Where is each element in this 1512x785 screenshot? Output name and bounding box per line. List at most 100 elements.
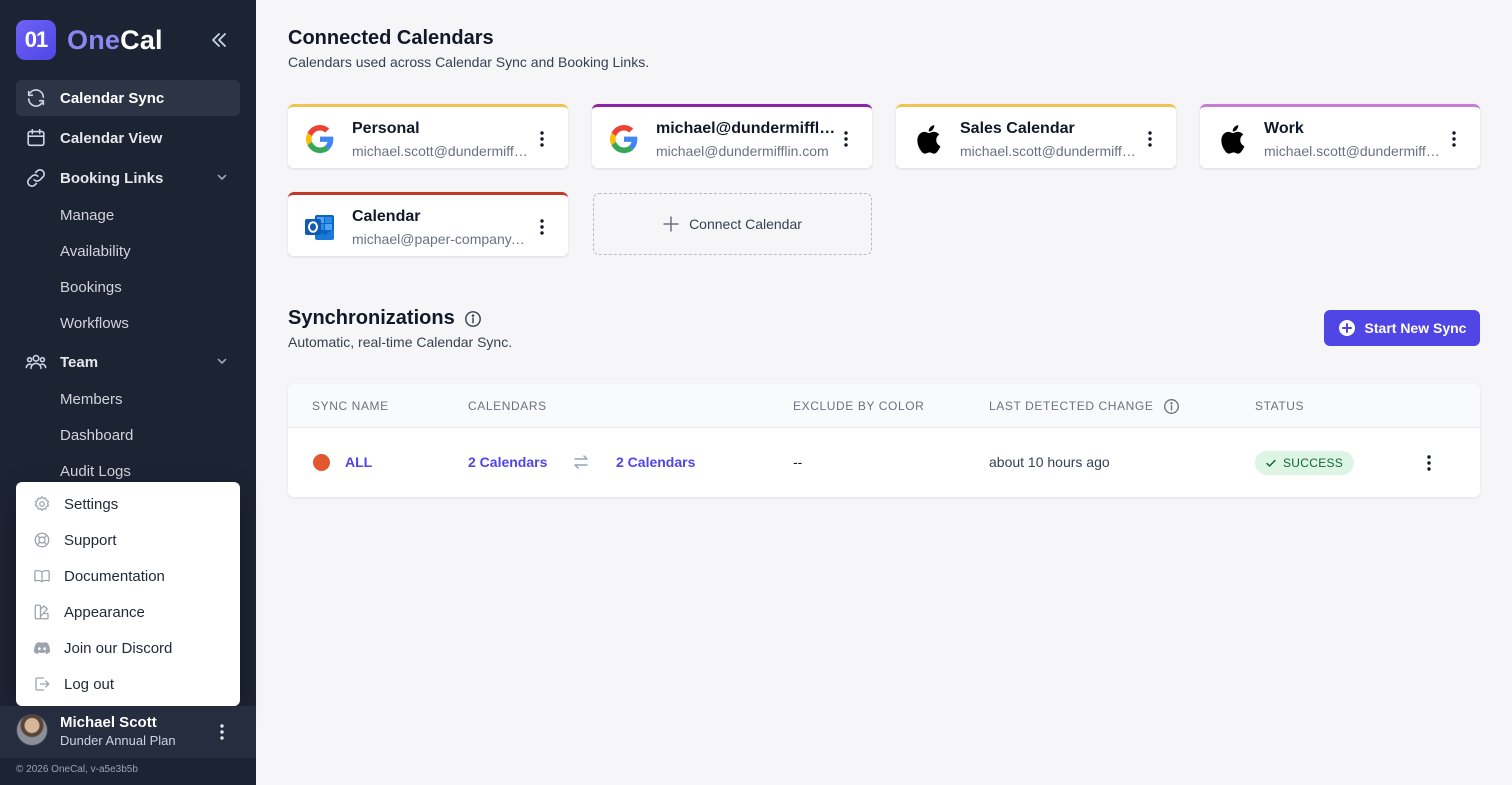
target-calendars-link[interactable]: 2 Calendars — [616, 454, 695, 470]
status-badge: SUCCESS — [1255, 451, 1355, 475]
more-vertical-icon[interactable] — [1444, 127, 1464, 151]
nav-booking-workflows[interactable]: Workflows — [60, 315, 129, 332]
source-calendars-link[interactable]: 2 Calendars — [468, 454, 547, 470]
calendar-name: Sales Calendar — [960, 120, 1075, 137]
calendar-email: michael.scott@dundermifflin.com — [352, 143, 528, 159]
info-icon[interactable] — [1162, 397, 1180, 415]
menu-settings-label: Settings — [64, 495, 119, 513]
menu-discord-label: Join our Discord — [64, 639, 173, 657]
nav-team[interactable]: Team — [16, 344, 240, 380]
nav-team-dashboard[interactable]: Dashboard — [60, 427, 133, 444]
nav-team-members[interactable]: Members — [60, 391, 123, 408]
calendar-name: Personal — [352, 120, 420, 137]
menu-support[interactable]: Support — [16, 522, 240, 558]
plus-circle-icon — [1338, 319, 1356, 337]
connected-calendars-subtitle: Calendars used across Calendar Sync and … — [288, 54, 650, 70]
user-plan: Dunder Annual Plan — [60, 733, 176, 748]
col-status: STATUS — [1255, 399, 1305, 413]
col-exclude-by-color: EXCLUDE BY COLOR — [793, 399, 925, 413]
google-icon — [608, 123, 640, 155]
swap-arrows-icon — [572, 453, 590, 471]
menu-settings[interactable]: Settings — [16, 486, 240, 522]
gear-icon — [32, 494, 52, 514]
calendar-card-work[interactable]: Work michael.scott@dundermifflin.com — [1200, 104, 1480, 168]
user-bar[interactable]: Michael Scott Dunder Annual Plan — [0, 706, 256, 758]
col-last-detected-change: LAST DETECTED CHANGE — [989, 399, 1154, 413]
check-icon — [1265, 457, 1277, 469]
nav-calendar-view[interactable]: Calendar View — [16, 120, 240, 156]
google-icon — [304, 123, 336, 155]
logo[interactable]: 01 OneCal — [16, 20, 163, 60]
more-vertical-icon[interactable] — [532, 215, 552, 239]
calendar-email: michael.scott@dundermifflin.com — [960, 143, 1136, 159]
menu-logout[interactable]: Log out — [16, 666, 240, 702]
menu-support-label: Support — [64, 531, 117, 549]
synchronizations-subtitle: Automatic, real-time Calendar Sync. — [288, 334, 513, 350]
more-vertical-icon[interactable] — [836, 127, 856, 151]
nav-calendar-sync-label: Calendar Sync — [60, 89, 165, 107]
link-icon — [24, 166, 48, 190]
user-name: Michael Scott — [60, 714, 157, 731]
calendar-card-michael-dundermifflin[interactable]: michael@dundermifflin.com michael@dunder… — [592, 104, 872, 168]
calendar-icon — [24, 126, 48, 150]
chevron-down-icon — [216, 354, 228, 371]
info-icon[interactable] — [463, 309, 483, 329]
nav-booking-manage[interactable]: Manage — [60, 207, 114, 224]
sidebar: 01 OneCal Calendar Sync Calendar View Bo… — [0, 0, 256, 785]
team-icon — [24, 350, 48, 374]
menu-appearance[interactable]: Appearance — [16, 594, 240, 630]
avatar — [16, 714, 48, 746]
calendar-card-personal[interactable]: Personal michael.scott@dundermifflin.com — [288, 104, 568, 168]
menu-logout-label: Log out — [64, 675, 115, 693]
start-new-sync-button[interactable]: Start New Sync — [1324, 310, 1480, 346]
nav-booking-bookings[interactable]: Bookings — [60, 279, 122, 296]
menu-documentation-label: Documentation — [64, 567, 165, 585]
more-vertical-icon[interactable] — [212, 720, 232, 744]
nav-booking-availability[interactable]: Availability — [60, 243, 131, 260]
status-badge-label: SUCCESS — [1283, 456, 1344, 470]
sync-name-link[interactable]: ALL — [345, 454, 372, 470]
start-new-sync-label: Start New Sync — [1364, 320, 1467, 336]
calendar-name: Work — [1264, 120, 1304, 137]
connect-calendar-label: Connect Calendar — [689, 216, 802, 232]
nav-booking-links[interactable]: Booking Links — [16, 160, 240, 196]
calendar-name: Calendar — [352, 208, 421, 225]
more-vertical-icon[interactable] — [532, 127, 552, 151]
nav-team-audit-logs[interactable]: Audit Logs — [60, 463, 131, 480]
plus-icon — [663, 216, 679, 232]
connect-calendar-button[interactable]: Connect Calendar — [593, 193, 872, 255]
nav-booking-links-label: Booking Links — [60, 169, 164, 187]
apple-icon — [1216, 123, 1248, 155]
logout-icon — [32, 674, 52, 694]
synchronizations-title: Synchronizations — [288, 307, 455, 329]
menu-documentation[interactable]: Documentation — [16, 558, 240, 594]
calendar-email: michael@paper-company.com — [352, 231, 528, 247]
apple-icon — [912, 123, 944, 155]
calendar-email: michael.scott@dundermifflin.com — [1264, 143, 1440, 159]
last-detected-change-value: about 10 hours ago — [989, 454, 1110, 470]
menu-appearance-label: Appearance — [64, 603, 145, 621]
more-vertical-icon[interactable] — [1419, 450, 1439, 476]
nav-team-label: Team — [60, 353, 99, 371]
nav-calendar-sync[interactable]: Calendar Sync — [16, 80, 240, 116]
copyright: © 2026 OneCal, v-a5e3b5b — [16, 764, 138, 775]
col-sync-name: SYNC NAME — [312, 399, 389, 413]
user-menu-popup: Settings Support Documentation Appearanc… — [16, 482, 240, 706]
sync-table: SYNC NAME CALENDARS EXCLUDE BY COLOR LAS… — [288, 384, 1480, 497]
logo-text: OneCal — [67, 24, 163, 55]
collapse-sidebar-icon[interactable] — [207, 28, 231, 52]
menu-discord[interactable]: Join our Discord — [16, 630, 240, 666]
outlook-icon — [304, 211, 336, 243]
logo-mark: 01 — [16, 20, 56, 60]
sync-color-dot — [313, 454, 330, 471]
col-calendars: CALENDARS — [468, 399, 547, 413]
calendar-email: michael@dundermifflin.com — [656, 143, 829, 159]
more-vertical-icon[interactable] — [1140, 127, 1160, 151]
discord-icon — [32, 638, 52, 658]
palette-icon — [32, 602, 52, 622]
calendar-card-sales[interactable]: Sales Calendar michael.scott@dundermiffl… — [896, 104, 1176, 168]
calendar-card-outlook[interactable]: Calendar michael@paper-company.com — [288, 192, 568, 256]
exclude-by-color-value: -- — [793, 454, 803, 470]
sync-icon — [24, 86, 48, 110]
lifebuoy-icon — [32, 530, 52, 550]
